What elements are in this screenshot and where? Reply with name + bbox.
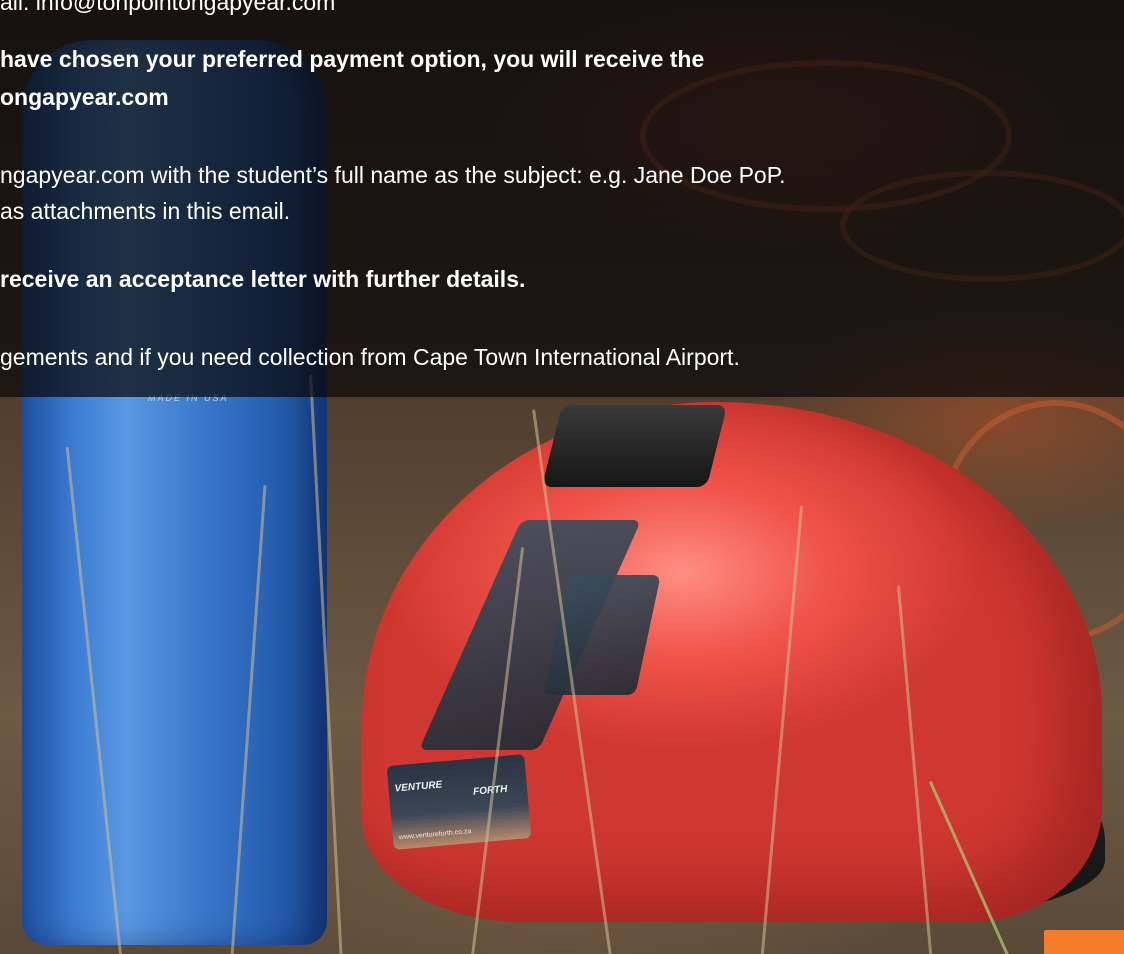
proof-of-payment-line: ngapyear.com with the student’s full nam… xyxy=(0,162,786,188)
payment-email-line: ongapyear.com xyxy=(0,84,169,110)
camera-mount xyxy=(541,405,728,487)
acceptance-letter-line: receive an acceptance letter with furthe… xyxy=(0,266,526,292)
sticker-word-venture: VENTURE xyxy=(394,779,443,795)
attachments-line: as attachments in this email. xyxy=(0,198,291,224)
instructions-overlay: ail: info@tonpointongapyear.com have cho… xyxy=(0,0,1124,397)
orange-corner-button[interactable] xyxy=(1044,930,1124,954)
contact-email-line: ail: info@tonpointongapyear.com xyxy=(0,0,336,15)
venture-forth-sticker: VENTURE FORTH www.ventureforth.co.za xyxy=(386,754,532,850)
airport-collection-line: gements and if you need collection from … xyxy=(0,344,740,370)
sticker-url: www.ventureforth.co.za xyxy=(398,828,472,842)
payment-option-line: have chosen your preferred payment optio… xyxy=(0,46,705,72)
